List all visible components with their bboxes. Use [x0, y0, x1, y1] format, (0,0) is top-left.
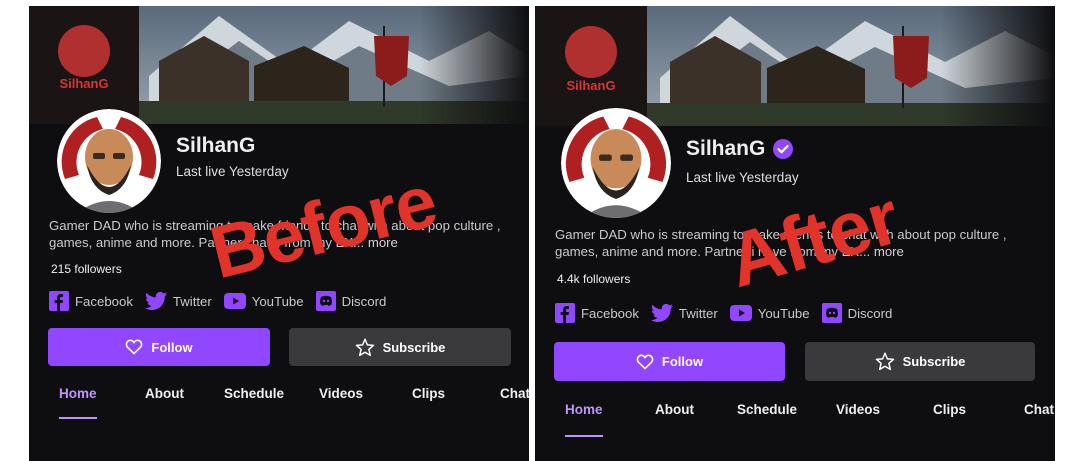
follower-count: 215 followers — [51, 262, 122, 276]
channel-name-row: SilhanG — [176, 134, 255, 158]
tab-chat[interactable]: Chat — [1024, 402, 1054, 417]
social-twitter-label: Twitter — [678, 305, 718, 321]
youtube-icon — [729, 305, 752, 321]
active-tab-underline — [59, 417, 97, 419]
social-youtube-label: YouTube — [757, 305, 810, 321]
channel-name[interactable]: SilhanG — [176, 134, 255, 158]
follow-button[interactable]: Follow — [48, 328, 270, 366]
last-live-status: Last live Yesterday — [176, 164, 289, 179]
tab-about[interactable]: About — [655, 402, 694, 417]
subscribe-button-label: Subscribe — [902, 354, 966, 369]
channel-name-row: SilhanG — [686, 137, 794, 161]
follower-count: 4.4k followers — [557, 272, 631, 286]
heart-icon — [636, 354, 654, 370]
social-youtube-link[interactable]: YouTube — [223, 293, 304, 309]
discord-icon — [821, 303, 842, 323]
social-facebook-link[interactable]: Facebook — [555, 303, 639, 323]
social-discord-link[interactable]: Discord — [315, 291, 387, 311]
tab-home[interactable]: Home — [59, 386, 97, 401]
channel-avatar[interactable] — [57, 109, 161, 213]
social-twitter-link[interactable]: Twitter — [650, 303, 718, 323]
after-panel: SilhanG SilhanG Last live Yesterday Game… — [535, 6, 1055, 461]
channel-banner: SilhanG — [29, 6, 529, 124]
follow-button-label: Follow — [151, 339, 193, 355]
star-icon — [355, 337, 374, 356]
discord-icon — [315, 291, 336, 311]
active-tab-underline — [565, 435, 603, 437]
social-discord-link[interactable]: Discord — [821, 303, 893, 323]
social-discord-label: Discord — [341, 293, 387, 309]
star-icon — [875, 352, 894, 371]
social-facebook-label: Facebook — [581, 305, 639, 321]
follow-button[interactable]: Follow — [554, 342, 785, 381]
tab-videos[interactable]: Videos — [836, 402, 880, 417]
twitter-icon — [650, 303, 673, 322]
tab-clips[interactable]: Clips — [412, 386, 445, 401]
after-stamp: After — [718, 174, 908, 305]
tab-clips[interactable]: Clips — [933, 402, 966, 417]
facebook-icon — [555, 303, 575, 323]
heart-icon — [126, 339, 143, 355]
channel-name[interactable]: SilhanG — [686, 137, 765, 161]
social-links: Facebook Twitter YouTube Discord — [555, 303, 904, 323]
youtube-icon — [223, 293, 246, 309]
subscribe-button[interactable]: Subscribe — [805, 342, 1035, 381]
before-panel: SilhanG SilhanG Last live Yesterday Game… — [29, 6, 529, 461]
social-youtube-label: YouTube — [251, 293, 304, 309]
verified-badge-icon — [773, 139, 794, 159]
social-twitter-link[interactable]: Twitter — [144, 291, 212, 311]
tab-schedule[interactable]: Schedule — [224, 386, 284, 401]
channel-avatar[interactable] — [561, 108, 671, 218]
tab-about[interactable]: About — [145, 386, 184, 401]
subscribe-button-label: Subscribe — [382, 339, 446, 355]
tab-videos[interactable]: Videos — [319, 386, 363, 401]
facebook-icon — [49, 291, 69, 311]
twitter-icon — [144, 291, 167, 310]
social-twitter-label: Twitter — [172, 293, 212, 309]
social-youtube-link[interactable]: YouTube — [729, 305, 810, 321]
social-facebook-label: Facebook — [75, 293, 133, 309]
tab-home[interactable]: Home — [565, 402, 603, 417]
subscribe-button[interactable]: Subscribe — [289, 328, 511, 366]
social-discord-label: Discord — [847, 305, 893, 321]
social-facebook-link[interactable]: Facebook — [49, 291, 133, 311]
tab-chat[interactable]: Chat — [500, 386, 529, 401]
last-live-status: Last live Yesterday — [686, 170, 799, 185]
tab-schedule[interactable]: Schedule — [737, 402, 797, 417]
follow-button-label: Follow — [661, 354, 704, 369]
